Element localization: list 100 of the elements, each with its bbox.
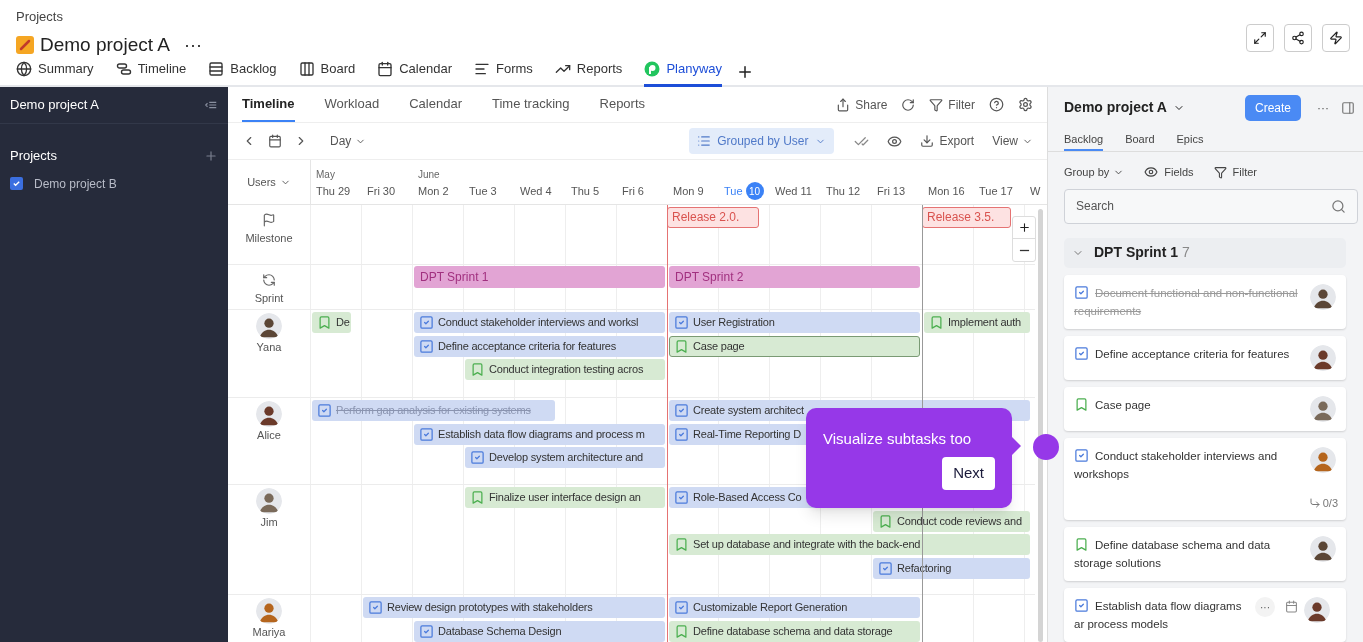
- row-label: Mariya: [252, 626, 286, 638]
- row-label: Yana: [256, 341, 282, 353]
- expand-button[interactable]: [1246, 24, 1274, 52]
- eye-icon[interactable]: [886, 133, 902, 149]
- view-tab[interactable]: Calendar: [409, 87, 462, 122]
- view-dropdown[interactable]: View: [992, 132, 1033, 150]
- list-icon: [697, 134, 712, 148]
- grouping-dropdown[interactable]: Grouped by User: [689, 128, 834, 154]
- nav-tab[interactable]: Reports: [554, 59, 623, 87]
- lightning-icon: [1329, 31, 1343, 45]
- section-title: Projects: [10, 147, 57, 165]
- project-title: Demo project A: [40, 32, 170, 57]
- share-icon: [836, 97, 851, 112]
- more-button[interactable]: ···: [1255, 597, 1275, 617]
- nav-tab[interactable]: Forms: [474, 59, 533, 87]
- calendar-icon[interactable]: [1285, 600, 1298, 613]
- bookmark-icon: [674, 338, 689, 354]
- day-header: Tue 17: [978, 183, 1014, 199]
- view-tab[interactable]: Timeline: [242, 87, 295, 122]
- project-logo: [16, 35, 34, 54]
- task-title: Create system architect: [693, 403, 804, 419]
- task-bar[interactable]: Establish data flow diagrams and process m: [414, 423, 665, 445]
- task-title: Role-Based Access Co: [693, 490, 802, 506]
- filter-link[interactable]: Filter: [929, 95, 975, 114]
- share-link[interactable]: Share: [836, 95, 888, 114]
- export-button[interactable]: Export: [919, 132, 975, 150]
- backlog-card[interactable]: Define acceptance criteria for features: [1064, 335, 1346, 380]
- project-item[interactable]: Demo project B: [0, 174, 228, 193]
- panel-title[interactable]: Demo project A: [1064, 97, 1167, 119]
- breadcrumb[interactable]: Projects: [16, 7, 1347, 27]
- task-title: Implement auth: [948, 315, 1022, 331]
- task-bar[interactable]: Finalize user interface design an: [465, 487, 665, 508]
- search-field[interactable]: Search: [1064, 188, 1358, 224]
- share-button[interactable]: [1284, 24, 1312, 52]
- view-tab[interactable]: Reports: [599, 87, 646, 122]
- plus-icon: [1017, 221, 1031, 234]
- task-bar[interactable]: Database Schema Design: [414, 620, 665, 642]
- sprint-icon: [262, 273, 276, 287]
- task-bar[interactable]: De: [312, 312, 352, 333]
- nav-tab[interactable]: Summary: [16, 59, 94, 87]
- subtask-count[interactable]: 0/3: [1308, 494, 1338, 511]
- task-bar[interactable]: Conduct integration testing acros: [465, 359, 665, 380]
- task-bar[interactable]: Define acceptance criteria for features: [414, 335, 665, 357]
- more-button[interactable]: ···: [183, 35, 202, 54]
- card-title: Document functional and non-functional requirements: [1074, 283, 1299, 319]
- task-bar[interactable]: User Registration: [669, 312, 920, 333]
- columns-icon: [298, 60, 315, 77]
- panel-tab[interactable]: Board: [1125, 127, 1155, 151]
- next-button[interactable]: Next: [942, 457, 995, 490]
- day-header: Fri 30: [366, 183, 397, 199]
- task-title: Conduct stakeholder interviews and worksl: [438, 315, 639, 331]
- task-bar[interactable]: Conduct stakeholder interviews and worksl: [414, 312, 665, 333]
- task-bar[interactable]: Customizable Report Generation: [669, 597, 920, 618]
- check-icon: [12, 179, 21, 188]
- task-title: Set up database and integrate with the back-end: [693, 537, 921, 553]
- view-tab[interactable]: Time tracking: [491, 87, 570, 122]
- group-by-dropdown[interactable]: Group by: [1064, 164, 1125, 181]
- task-bar[interactable]: Implement auth: [924, 312, 1031, 333]
- day-header: Mon 9: [672, 183, 705, 199]
- backlog-card[interactable]: Define database schema and data storage solutions: [1064, 527, 1346, 581]
- task-title: Establish data flow diagrams and process m: [438, 426, 645, 442]
- help-icon[interactable]: [989, 97, 1004, 112]
- checkbox[interactable]: [10, 177, 23, 190]
- nav-tab[interactable]: Timeline: [115, 59, 187, 87]
- automation-button[interactable]: [1322, 24, 1350, 52]
- task-title: Perform gap analysis for existing systems: [336, 403, 531, 419]
- task-bar[interactable]: Case page: [669, 335, 920, 357]
- view-tab[interactable]: Workload: [324, 87, 380, 122]
- panel-tab[interactable]: Epics: [1176, 127, 1204, 151]
- panel-icon[interactable]: [1341, 100, 1355, 115]
- avatar: [256, 313, 282, 339]
- nav-tab[interactable]: Planyway: [644, 59, 722, 87]
- avatar: [1304, 597, 1330, 623]
- task-bar[interactable]: Define database schema and data storage: [669, 620, 920, 642]
- task-title: De: [336, 315, 350, 331]
- nav-tab[interactable]: Backlog: [208, 59, 277, 87]
- refresh-icon[interactable]: [901, 97, 916, 112]
- fields-button[interactable]: Fields: [1144, 164, 1194, 181]
- checkbox-icon: [368, 600, 383, 615]
- settings-icon[interactable]: [1018, 97, 1033, 112]
- task-bar[interactable]: Develop system architecture and: [465, 447, 665, 468]
- filter-button[interactable]: Filter: [1213, 164, 1258, 181]
- backlog-card[interactable]: Establish data flow diagrams ar process models ···: [1064, 588, 1346, 642]
- sprint-header[interactable]: DPT Sprint 1 7: [1064, 237, 1346, 268]
- scale-dropdown[interactable]: Day: [330, 132, 367, 150]
- task-bar[interactable]: Review design prototypes with stakeholders: [363, 597, 665, 618]
- avatar: [256, 488, 282, 514]
- task-bar[interactable]: Conduct code reviews and: [873, 510, 1031, 532]
- day-header: Tue 10: [719, 182, 770, 200]
- backlog-card[interactable]: Conduct stakeholder interviews and workshops 0/3: [1064, 437, 1346, 520]
- timeline-icon: [115, 60, 132, 77]
- task-bar[interactable]: Refactoring: [873, 557, 1031, 579]
- nav-tab[interactable]: Board: [298, 59, 356, 87]
- nav-tab[interactable]: Calendar: [377, 59, 452, 87]
- users-dropdown[interactable]: Users: [247, 173, 291, 191]
- more-button[interactable]: ···: [1317, 98, 1329, 117]
- calendar-icon[interactable]: [268, 134, 282, 148]
- backlog-card[interactable]: Case page: [1064, 386, 1346, 431]
- task-bar[interactable]: Set up database and integrate with the back-end: [669, 534, 1031, 555]
- panel-tab[interactable]: Backlog: [1064, 127, 1104, 151]
